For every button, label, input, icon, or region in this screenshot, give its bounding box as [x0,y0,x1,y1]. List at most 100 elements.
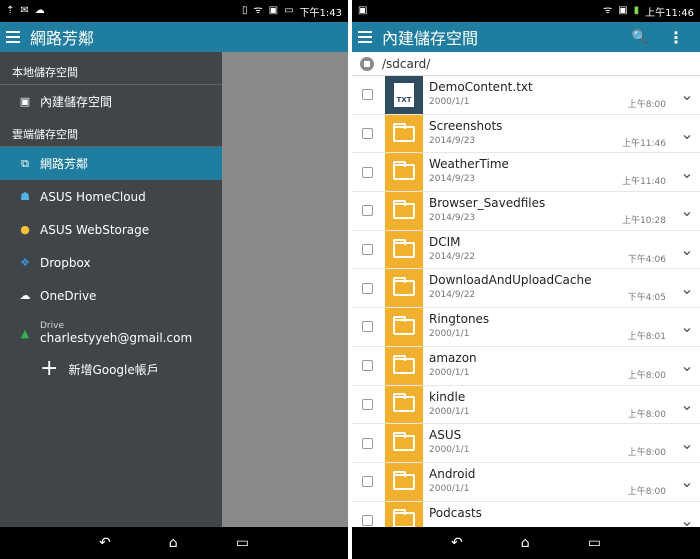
list-item[interactable]: WeatherTime 2014/9/23 上午11:40 ⌄ [352,153,700,193]
select-checkbox[interactable] [362,476,373,488]
drawer-item-google-drive[interactable]: ▲ Drive charlestyyeh@gmail.com [0,312,222,354]
drawer-item-label: 網路芳鄰 [40,157,89,171]
webstorage-icon: ● [20,223,30,236]
file-list: TXT DemoContent.txt 2000/1/1 上午8:00 ⌄ Sc… [352,76,700,541]
file-time: 上午8:00 [627,448,666,459]
file-time: 上午11:46 [622,138,666,149]
homecloud-icon: ☗ [20,190,30,203]
home-icon[interactable]: ⌂ [521,535,530,551]
breadcrumb[interactable]: /sdcard/ [352,52,700,76]
list-item[interactable]: Ringtones 2000/1/1 上午8:01 ⌄ [352,308,700,347]
current-path: /sdcard/ [382,56,431,71]
add-google-account-button[interactable]: + 新增Google帳戶 [0,354,222,384]
section-title-local: 本地儲存空間 [12,66,78,79]
list-item[interactable]: kindle 2000/1/1 上午8:00 ⌄ [352,385,700,425]
chevron-down-icon[interactable]: ⌄ [674,85,700,104]
drawer-item-dropbox[interactable]: ❖ Dropbox [0,246,222,279]
select-checkbox[interactable] [362,514,373,526]
chevron-down-icon[interactable]: ⌄ [674,434,700,453]
network-icon: ⧉ [21,156,29,170]
chevron-down-icon[interactable]: ⌄ [674,240,700,259]
file-time: 上午8:00 [627,370,666,381]
file-date: 2000/1/1 [429,406,470,417]
folder-icon [385,385,423,424]
chevron-down-icon[interactable]: ⌄ [674,201,700,220]
status-bar: ⇡ ✉ ☁ ▯ ᯤ ▣ ▭ 下午1:43 [0,0,348,22]
file-date: 2014/9/23 [429,174,476,185]
file-time: 下午4:06 [627,254,666,265]
back-icon[interactable]: ↶ [99,535,111,551]
chevron-down-icon[interactable]: ⌄ [674,317,700,336]
select-checkbox[interactable] [362,244,373,256]
drawer-item-label: ASUS HomeCloud [40,189,146,204]
list-item[interactable]: amazon 2000/1/1 上午8:00 ⌄ [352,346,700,386]
file-name: Browser_Savedfiles [429,196,546,211]
upload-icon: ⇡ [6,5,15,16]
chevron-down-icon[interactable]: ⌄ [674,395,700,414]
no-sim-icon: ▣ [268,5,279,16]
menu-icon[interactable] [358,31,372,43]
file-time: 上午8:00 [627,409,666,420]
file-time: 上午8:00 [627,486,666,497]
list-item[interactable]: Android 2000/1/1 上午8:00 ⌄ [352,462,700,502]
list-item[interactable]: DCIM 2014/9/22 下午4:06 ⌄ [352,230,700,270]
select-checkbox[interactable] [362,166,373,178]
drawer-scrim[interactable] [222,52,348,527]
drawer-item-homecloud[interactable]: ☗ ASUS HomeCloud [0,180,222,213]
drawer-item-internal-storage[interactable]: ▣ 內建儲存空間 [0,85,222,118]
list-item[interactable]: Screenshots 2014/9/23 上午11:46 ⌄ [352,114,700,154]
select-checkbox[interactable] [362,128,373,140]
file-name: Ringtones [429,312,490,327]
select-checkbox[interactable] [362,282,373,294]
search-icon[interactable]: 🔍 [632,30,648,45]
file-date: 2000/1/1 [429,97,470,107]
section-title-cloud: 雲端儲存空間 [12,128,78,141]
select-checkbox[interactable] [362,321,373,333]
wifi-icon: ᯤ [603,5,613,16]
file-time: 上午8:01 [627,332,666,343]
file-name: ASUS [429,428,462,443]
list-item[interactable]: ASUS 2000/1/1 上午8:00 ⌄ [352,424,700,463]
drawer-item-network[interactable]: ⧉ 網路芳鄰 [0,147,222,180]
drawer-item-label: Dropbox [40,255,91,270]
no-sim-icon: ▣ [618,5,628,16]
right-screen: ▣ ᯤ ▣ ▮ 上午11:46 內建儲存空間 🔍 ⋮ /sdcard/ TXT … [352,0,700,559]
chevron-down-icon[interactable]: ⌄ [674,472,700,491]
file-date: 2000/1/1 [429,329,470,340]
file-name: Podcasts [429,505,482,520]
drawer-item-onedrive[interactable]: ☁ OneDrive [0,279,222,312]
battery-icon: ▭ [284,5,294,16]
select-checkbox[interactable] [362,437,373,449]
recent-apps-icon[interactable]: ▭ [588,535,601,551]
select-checkbox[interactable] [362,89,373,101]
add-account-label: 新增Google帳戶 [68,362,159,377]
status-time: 下午1:43 [299,7,342,19]
drawer-item-webstorage[interactable]: ● ASUS WebStorage [0,213,222,246]
chevron-down-icon[interactable]: ⌄ [674,163,700,182]
file-date: 2000/1/1 [429,445,470,456]
onedrive-icon: ☁ [19,289,31,302]
recent-apps-icon[interactable]: ▭ [236,535,249,551]
phone-storage-icon: ▣ [19,95,31,108]
folder-icon [385,153,423,192]
status-bar: ▣ ᯤ ▣ ▮ 上午11:46 [352,0,700,22]
list-item[interactable]: TXT DemoContent.txt 2000/1/1 上午8:00 ⌄ [352,76,700,115]
file-date: 2014/9/22 [429,251,476,262]
back-icon[interactable]: ↶ [451,535,463,551]
select-checkbox[interactable] [362,398,373,410]
google-drive-icon: ▲ [20,326,30,340]
chevron-down-icon[interactable]: ⌄ [674,124,700,143]
menu-icon[interactable] [6,31,20,43]
select-checkbox[interactable] [362,205,373,217]
chevron-down-icon[interactable]: ⌄ [674,356,700,375]
list-item[interactable]: DownloadAndUploadCache 2014/9/22 下午4:05 … [352,269,700,309]
system-nav-bar: ↶ ⌂ ▭ [0,527,348,559]
select-checkbox[interactable] [362,360,373,372]
more-options-icon[interactable]: ⋮ [668,28,684,47]
battery-charging-icon: ▮ [633,5,640,16]
mail-icon: ✉ [20,5,29,16]
file-time: 上午8:00 [627,100,666,110]
chevron-down-icon[interactable]: ⌄ [674,279,700,298]
list-item[interactable]: Browser_Savedfiles 2014/9/23 上午10:28 ⌄ [352,192,700,231]
home-icon[interactable]: ⌂ [169,535,178,551]
